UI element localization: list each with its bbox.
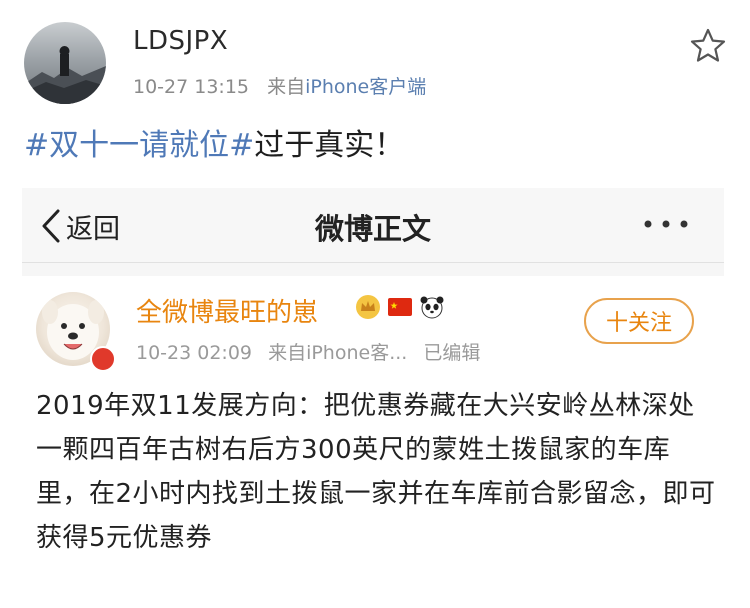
- post-timestamp: 10-27 13:15: [133, 76, 250, 98]
- verified-badge-icon: [90, 346, 116, 372]
- edited-label: 已编辑: [423, 342, 481, 364]
- embedded-post-content: 2019年双11发展方向：把优惠券藏在大兴安岭丛林深处一颗四百年古树右后方300…: [36, 391, 716, 553]
- post-body: #双十一请就位#过于真实！: [24, 120, 404, 164]
- panda-icon[interactable]: [419, 294, 445, 320]
- china-flag-icon[interactable]: [387, 294, 413, 320]
- embedded-nav-bar: 返回 微博正文: [22, 188, 724, 263]
- crown-badge-icon[interactable]: [355, 294, 381, 320]
- star-icon[interactable]: [688, 26, 728, 66]
- hashtag-link[interactable]: #双十一请就位#: [24, 128, 254, 163]
- embedded-screenshot: 返回 微博正文 全微博最旺的崽 10-23 02:09 来自iPhone客...…: [22, 188, 724, 608]
- embedded-source: 来自iPhone客...: [268, 342, 408, 364]
- source-app-link[interactable]: iPhone客户端: [305, 76, 426, 98]
- source-prefix: 来自: [267, 76, 306, 98]
- embedded-post-meta: 10-23 02:09 来自iPhone客... 已编辑: [136, 338, 480, 365]
- more-icon[interactable]: [636, 214, 696, 234]
- user-badges: [355, 294, 445, 320]
- embedded-timestamp: 10-23 02:09: [136, 342, 253, 364]
- follow-button[interactable]: 十关注: [584, 298, 694, 344]
- post-text: 过于真实！: [254, 128, 405, 163]
- avatar-image: [24, 46, 106, 104]
- nav-title: 微博正文: [314, 212, 431, 246]
- post-meta: 10-27 13:15 来自iPhone客户端: [133, 72, 426, 99]
- embedded-username[interactable]: 全微博最旺的崽: [136, 292, 318, 329]
- embedded-post-card: 全微博最旺的崽 10-23 02:09 来自iPhone客... 已编辑 十关注…: [22, 276, 724, 608]
- user-avatar[interactable]: [24, 22, 106, 104]
- username[interactable]: LDSJPX: [133, 26, 228, 56]
